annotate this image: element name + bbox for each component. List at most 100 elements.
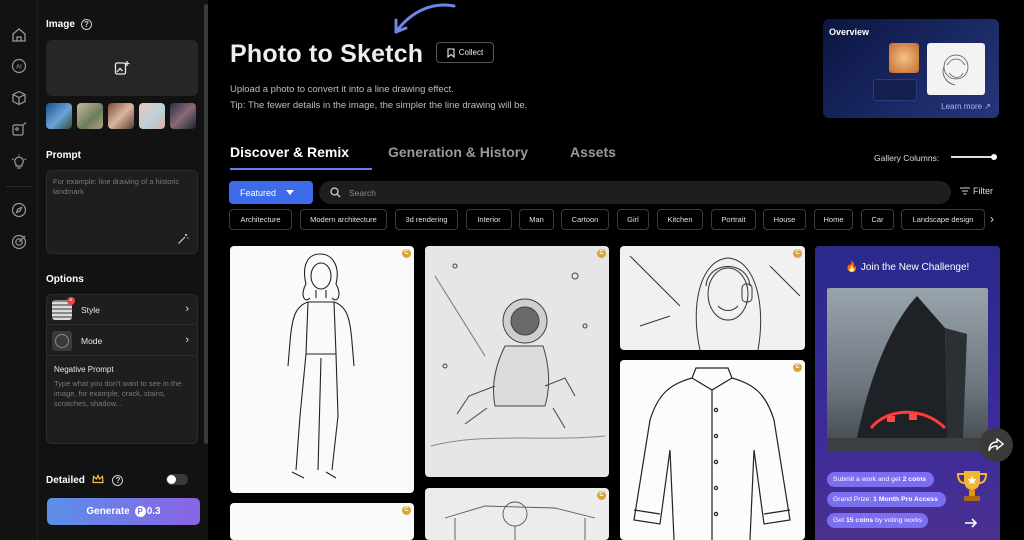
sample-thumbnails [46, 103, 198, 131]
generate-button[interactable]: Generate P 0.3 [47, 498, 200, 525]
cube-icon[interactable] [11, 90, 27, 106]
challenge-title: Join the New Challenge! [860, 262, 970, 273]
gallery-columns-slider[interactable] [951, 154, 997, 160]
sample-thumbnail[interactable] [139, 103, 165, 129]
category-chip[interactable]: Landscape design [901, 209, 985, 230]
search-bar [319, 181, 951, 204]
category-chip[interactable]: Girl [617, 209, 649, 230]
challenge-highlight: 2 coins [902, 476, 927, 483]
help-icon[interactable]: ? [80, 19, 92, 30]
gallery-card[interactable]: C [620, 360, 805, 540]
sketch-astronaut-image [430, 263, 606, 447]
tab-discover-remix[interactable]: Discover & Remix [230, 144, 349, 160]
coin-icon: P [134, 506, 146, 517]
options-section-label: Options [46, 274, 84, 285]
challenge-info-voting: Get 15 coins by voting works [827, 513, 929, 528]
description-line: Upload a photo to convert it into a line… [230, 84, 454, 95]
overview-photo-thumbnail [889, 43, 919, 73]
category-chip[interactable]: Architecture [229, 209, 292, 230]
panel-scrollbar[interactable] [204, 4, 208, 444]
filter-icon [960, 187, 970, 195]
overview-title: Overview [829, 27, 870, 37]
share-button[interactable] [979, 428, 1013, 462]
home-icon[interactable] [11, 27, 27, 43]
prompt-input[interactable] [53, 177, 197, 233]
mode-option[interactable]: Mode › [47, 326, 197, 356]
category-chip[interactable]: House [763, 209, 806, 230]
sketch-girl-headphones-image [629, 255, 801, 350]
category-chip[interactable]: Modern architecture [300, 209, 387, 230]
remove-style-icon[interactable]: × [67, 297, 75, 305]
page-description: Upload a photo to convert it into a line… [230, 82, 527, 114]
challenge-image [827, 288, 988, 452]
challenge-highlight: 15 coins [845, 517, 874, 524]
options-box: × Style › Mode › Negative Prompt [46, 294, 198, 444]
sample-thumbnail[interactable] [77, 103, 103, 129]
compass-icon[interactable] [11, 202, 27, 218]
category-chip[interactable]: Portrait [711, 209, 756, 230]
category-chip[interactable]: Car [861, 209, 894, 230]
lightbulb-icon[interactable] [11, 154, 27, 170]
arrow-decoration-icon [394, 3, 456, 34]
add-image-icon [114, 61, 130, 75]
sketch-shirt-image [633, 367, 791, 540]
overview-settings-preview [873, 79, 917, 101]
tab-assets[interactable]: Assets [570, 144, 616, 160]
challenge-card[interactable]: 🔥 Join the New Challenge! Submit a work … [815, 246, 1000, 540]
featured-label: Featured [240, 187, 277, 198]
gallery-card[interactable]: C [620, 246, 805, 350]
image-section-label: Image [46, 19, 75, 30]
mode-label: Mode [81, 336, 103, 346]
collect-button[interactable]: Collect [436, 42, 494, 63]
category-chip[interactable]: Home [814, 209, 853, 230]
prompt-box [46, 170, 198, 254]
category-chip[interactable]: Man [519, 209, 554, 230]
category-chip[interactable]: Kitchen [657, 209, 703, 230]
image-upload-area[interactable] [46, 40, 198, 96]
filter-button[interactable]: Filter [960, 186, 993, 196]
category-chip[interactable]: Cartoon [561, 209, 609, 230]
description-tip: Tip: The fewer details in the image, the… [230, 100, 528, 111]
learn-more-link[interactable]: Learn more ↗ [941, 102, 991, 111]
sample-thumbnail[interactable] [170, 103, 196, 129]
premium-badge-icon: C [793, 249, 802, 258]
gallery-card[interactable]: C [425, 488, 609, 540]
category-chip[interactable]: Interior [466, 209, 512, 230]
challenge-text: Grand Prize: [833, 496, 872, 503]
premium-badge-icon: C [402, 506, 411, 515]
challenge-info-coins: Submit a work and get 2 coins [827, 472, 935, 487]
ai-icon[interactable]: AI [11, 58, 27, 74]
sample-thumbnail[interactable] [46, 103, 72, 129]
svg-text:AI: AI [16, 65, 22, 71]
filter-label: Filter [973, 186, 993, 196]
premium-badge-icon: C [597, 249, 606, 258]
challenge-text: Submit a work and get [833, 476, 901, 483]
category-chip[interactable]: 3d rendering [395, 209, 458, 230]
mode-icon [52, 331, 72, 351]
search-input[interactable] [349, 181, 939, 204]
overview-card[interactable]: Overview Learn more ↗ [823, 19, 999, 118]
negative-prompt-input[interactable] [52, 377, 192, 437]
magic-wand-icon[interactable] [177, 233, 189, 245]
caret-down-icon [286, 190, 295, 195]
share-icon [988, 438, 1004, 452]
target-icon[interactable] [11, 234, 27, 250]
arrow-right-icon[interactable] [965, 518, 977, 528]
featured-dropdown[interactable]: Featured [229, 181, 313, 204]
icon-rail: AI [0, 0, 38, 540]
gallery-card[interactable]: C [230, 246, 414, 493]
tab-generation-history[interactable]: Generation & History [388, 144, 528, 160]
sample-thumbnail[interactable] [108, 103, 134, 129]
bookmark-icon [447, 47, 455, 58]
gallery-card[interactable]: C [230, 503, 414, 540]
gallery-card[interactable]: C [425, 246, 609, 477]
settings-panel: Image? Prompt Options × Style › Mode › N… [38, 0, 208, 540]
image-edit-icon[interactable] [11, 122, 27, 138]
detailed-toggle[interactable] [166, 474, 188, 485]
chevron-right-icon[interactable]: › [990, 212, 994, 226]
negative-prompt-label: Negative Prompt [54, 365, 114, 374]
style-option[interactable]: × Style › [47, 295, 197, 325]
help-icon[interactable]: ? [112, 475, 124, 486]
active-tab-indicator [230, 168, 372, 170]
challenge-text: by voting works [875, 517, 923, 524]
